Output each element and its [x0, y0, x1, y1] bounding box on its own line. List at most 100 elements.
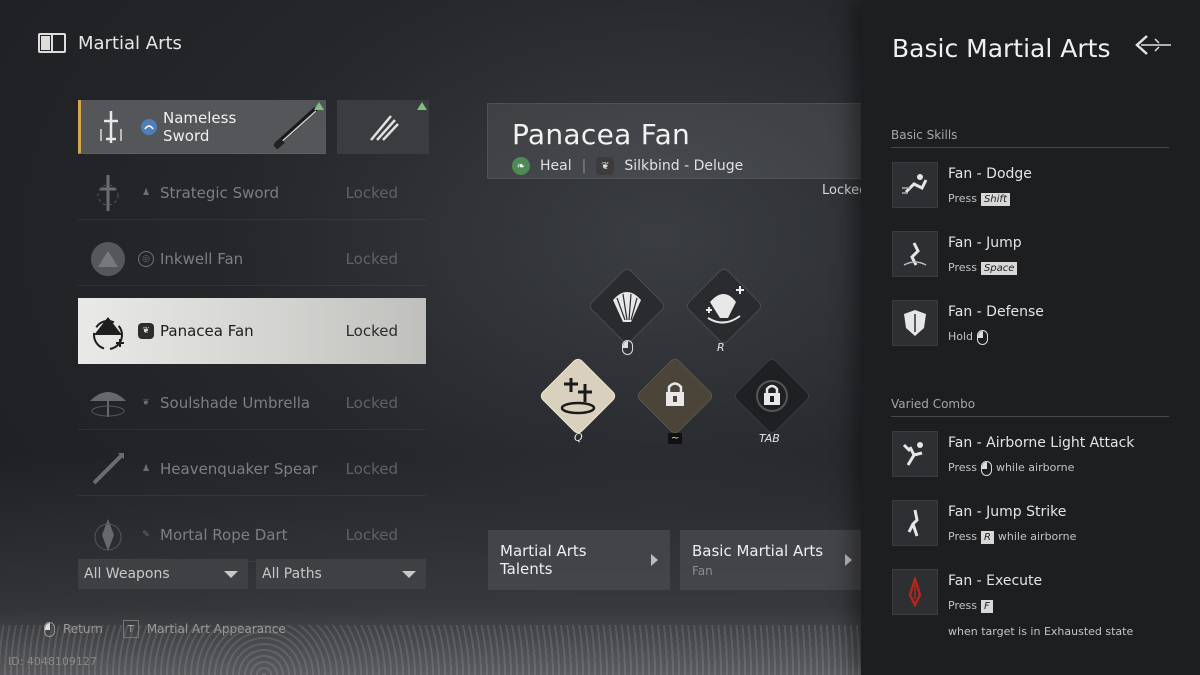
key-r-badge: R [980, 530, 994, 544]
weapon-name: Mortal Rope Dart [160, 525, 288, 544]
new-indicator-icon [314, 102, 324, 110]
martial-arts-nav: Martial Arts Talents Basic Martial Arts … [488, 530, 864, 590]
skill-desc: Press while airborne [948, 457, 1148, 479]
skill-name: Fan - Defense [948, 304, 1044, 320]
skill-desc-prefix: Press [948, 530, 977, 543]
skill-fan-dodge[interactable]: Fan - Dodge Press Shift [892, 162, 1148, 210]
sword-path-icon [81, 100, 141, 154]
weapon-name: Panacea Fan [160, 321, 254, 340]
weapon-row-mortal-rope-dart[interactable]: ✎ Mortal Rope Dart Locked [78, 508, 426, 562]
skill-text: Fan - Airborne Light Attack Press while … [948, 431, 1148, 479]
skill-desc-prefix: Press [948, 599, 977, 612]
chevron-right-icon [651, 554, 658, 566]
weapon-filter-dropdown[interactable]: All Weapons [78, 559, 248, 589]
weapon-detail-card: Panacea Fan ❧ Heal | ❦ Silkbind - Deluge [487, 103, 863, 179]
skill-name: Fan - Jump Strike [948, 504, 1067, 520]
skill-desc-prefix: Hold [948, 330, 974, 343]
page-header: Martial Arts [38, 32, 182, 54]
weapon-name: Heavenquaker Spear [160, 459, 318, 478]
skill-text: Fan - Jump Strike Press R while airborne [948, 500, 1148, 548]
skill-name: Fan - Jump [948, 235, 1022, 251]
skill-key-q: Q [574, 431, 583, 444]
dodge-icon [892, 162, 938, 208]
weapon-list: Nameless Sword ♟ Strategic Sword Locked … [78, 100, 429, 574]
key-shift-badge: Shift [980, 192, 1010, 206]
weapon-row-inkwell-fan[interactable]: ◎ Inkwell Fan Locked [78, 232, 426, 286]
path-filter-label: All Paths [262, 566, 322, 582]
chevron-right-icon [845, 554, 852, 566]
weapon-status: Locked [345, 321, 398, 340]
skill-key-tilde-wrap: ~ [668, 431, 683, 444]
claw-strike-icon [370, 115, 399, 141]
tag-silkbind: Silkbind - Deluge [624, 158, 744, 174]
mouse-left-icon [980, 460, 992, 476]
skill-desc: Press Space [948, 257, 1148, 279]
section-varied-combo: Varied Combo [891, 397, 1169, 417]
path-badge-icon: ♟ [141, 463, 151, 474]
path-filter-dropdown[interactable]: All Paths [256, 559, 426, 589]
fan-path-icon [78, 232, 138, 286]
skill-fan-jump[interactable]: Fan - Jump Press Space [892, 231, 1148, 279]
weapon-name: Strategic Sword [160, 183, 279, 202]
talents-label: Martial Arts Talents [500, 542, 587, 578]
weapon-status: Locked [345, 525, 398, 544]
skill-locked-tilde[interactable] [635, 356, 715, 436]
basic-martial-arts-button[interactable]: Basic Martial Arts Fan [680, 530, 864, 590]
skill-fan-defense[interactable]: Fan - Defense Hold [892, 300, 1148, 348]
weapon-row-panacea-fan[interactable]: ❦ Panacea Fan Locked [78, 298, 426, 364]
secondary-weapon-slot[interactable] [337, 100, 429, 154]
weapon-row-heavenquaker-spear[interactable]: ♟ Heavenquaker Spear Locked [78, 442, 426, 496]
path-badge-icon: ✎ [142, 529, 150, 540]
fan-heal-icon [706, 286, 744, 324]
skill-fan-jump-strike[interactable]: Fan - Jump Strike Press R while airborne [892, 500, 1148, 548]
page-title: Martial Arts [78, 32, 182, 54]
rope-dart-path-icon [78, 508, 138, 562]
skill-text: Fan - Jump Press Space [948, 231, 1148, 279]
skill-text: Fan - Execute Press F when target is in … [948, 569, 1148, 643]
path-badge-icon: ❦ [138, 322, 154, 339]
lock-icon [666, 382, 684, 406]
tag-heal: Heal [540, 158, 572, 174]
path-badge-icon: ♟ [141, 187, 151, 198]
fan-heal-icon [78, 304, 138, 358]
skill-locked-tab[interactable] [732, 356, 812, 436]
skill-fan-attack[interactable] [587, 266, 667, 346]
skill-fan-execute[interactable]: Fan - Execute Press F when target is in … [892, 569, 1148, 643]
jump-strike-icon [892, 500, 938, 546]
return-hint[interactable]: Return [44, 621, 103, 637]
panel-title: Basic Martial Arts [892, 34, 1111, 63]
skill-name: Fan - Dodge [948, 166, 1032, 182]
weapon-detail-title: Panacea Fan [512, 118, 691, 151]
basic-label: Basic Martial Arts [692, 542, 824, 560]
key-space-badge: Space [980, 261, 1018, 275]
skill-desc: Hold [948, 326, 1148, 348]
skill-name: Fan - Execute [948, 573, 1043, 589]
footer-hints: Return T Martial Art Appearance [44, 620, 286, 638]
weapon-row-soulshade-umbrella[interactable]: ❦ Soulshade Umbrella Locked [78, 376, 426, 430]
weapon-status: Locked [345, 459, 398, 478]
skill-desc: Press F when target is in Exhausted stat… [948, 595, 1148, 643]
lock-icon [756, 380, 788, 412]
skill-fan-airborne-light-attack[interactable]: Fan - Airborne Light Attack Press while … [892, 431, 1148, 479]
jump-icon [892, 231, 938, 277]
basic-sublabel: Fan [692, 564, 713, 578]
skill-fan-heal[interactable] [684, 266, 764, 346]
path-badge-icon [141, 118, 157, 135]
weapon-row-nameless-sword[interactable]: Nameless Sword [78, 100, 429, 154]
fan-icon [613, 292, 641, 322]
heal-leaf-icon: ❧ [512, 157, 530, 175]
user-id: ID: 4048109127 [8, 655, 97, 668]
back-arrow-icon[interactable] [1133, 30, 1173, 60]
martial-arts-talents-button[interactable]: Martial Arts Talents [488, 530, 670, 590]
skill-desc-suffix: while airborne [995, 461, 1075, 474]
skill-ultimate-q[interactable] [538, 356, 618, 436]
skill-name: Fan - Airborne Light Attack [948, 435, 1135, 451]
appearance-hint[interactable]: T Martial Art Appearance [122, 620, 286, 638]
skill-desc-suffix: when target is in Exhausted state [948, 625, 1134, 638]
skill-key-tilde: ~ [668, 433, 683, 444]
healing-cross-icon [560, 378, 596, 415]
filter-bar: All Weapons All Paths [78, 559, 426, 589]
weapon-row-strategic-sword[interactable]: ♟ Strategic Sword Locked [78, 166, 426, 220]
basic-label-group: Basic Martial Arts Fan [692, 542, 823, 578]
weapon-filter-label: All Weapons [84, 566, 170, 582]
